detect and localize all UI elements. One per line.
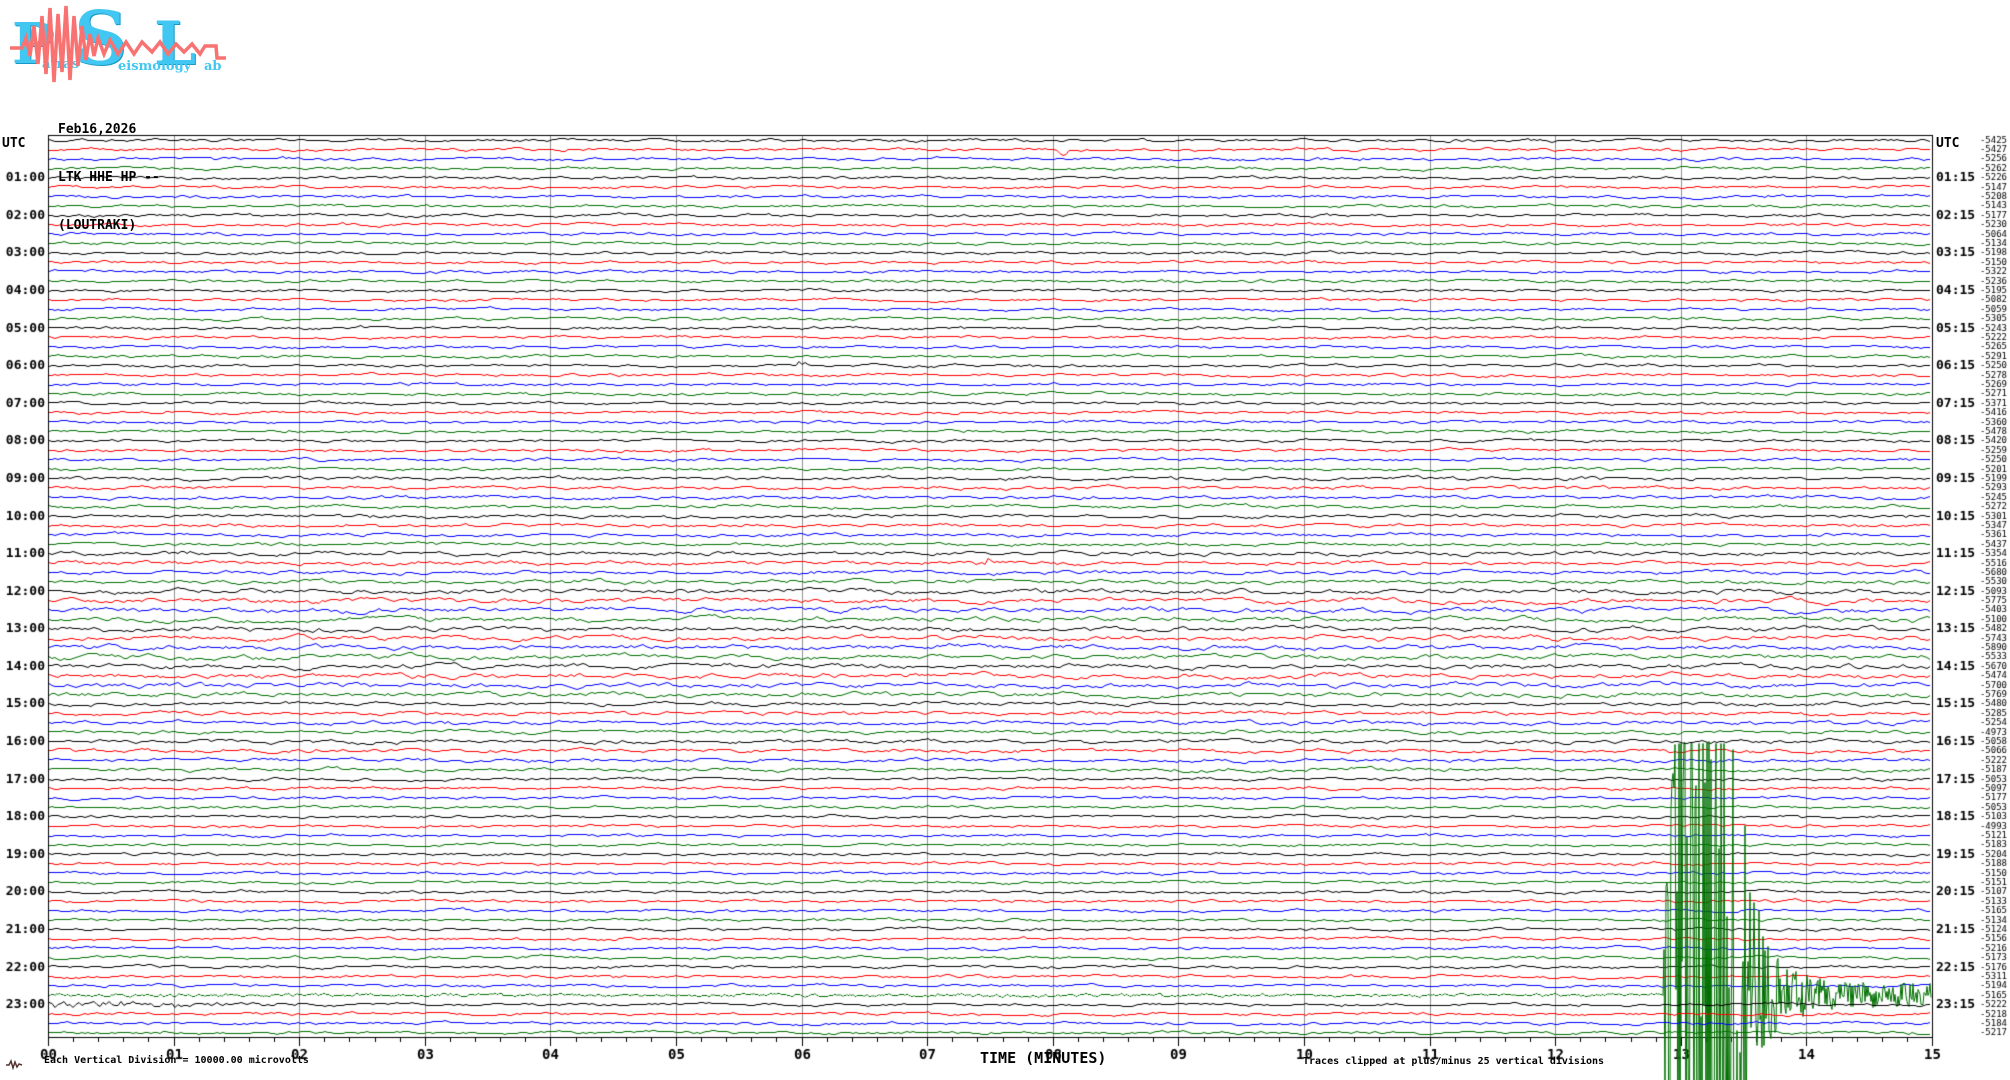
psl-logo: P S L atras eismology ab — [6, 2, 246, 86]
plot-header: Feb16,2026 LTK HHE HP -- (LOUTRAKI) — [58, 90, 160, 250]
mini-waveform-glyph — [5, 1058, 23, 1070]
header-date: Feb16,2026 — [58, 122, 160, 138]
helicorder-plot — [0, 0, 2010, 1080]
x-axis-title: TIME (MINUTES) — [980, 1049, 1106, 1067]
seismic-wave-icon — [6, 2, 232, 86]
utc-label-right: UTC — [1936, 136, 1959, 151]
header-location: (LOUTRAKI) — [58, 218, 160, 234]
helicorder-page: { "logo": { "letters": ["P", "S", "L"], … — [0, 0, 2010, 1080]
vertical-division-note: Each Vertical Division = 10000.00 microv… — [44, 1055, 309, 1066]
header-station: LTK HHE HP -- — [58, 170, 160, 186]
clip-note: Traces clipped at plus/minus 25 vertical… — [1303, 1056, 1604, 1067]
utc-label-left: UTC — [2, 136, 25, 151]
